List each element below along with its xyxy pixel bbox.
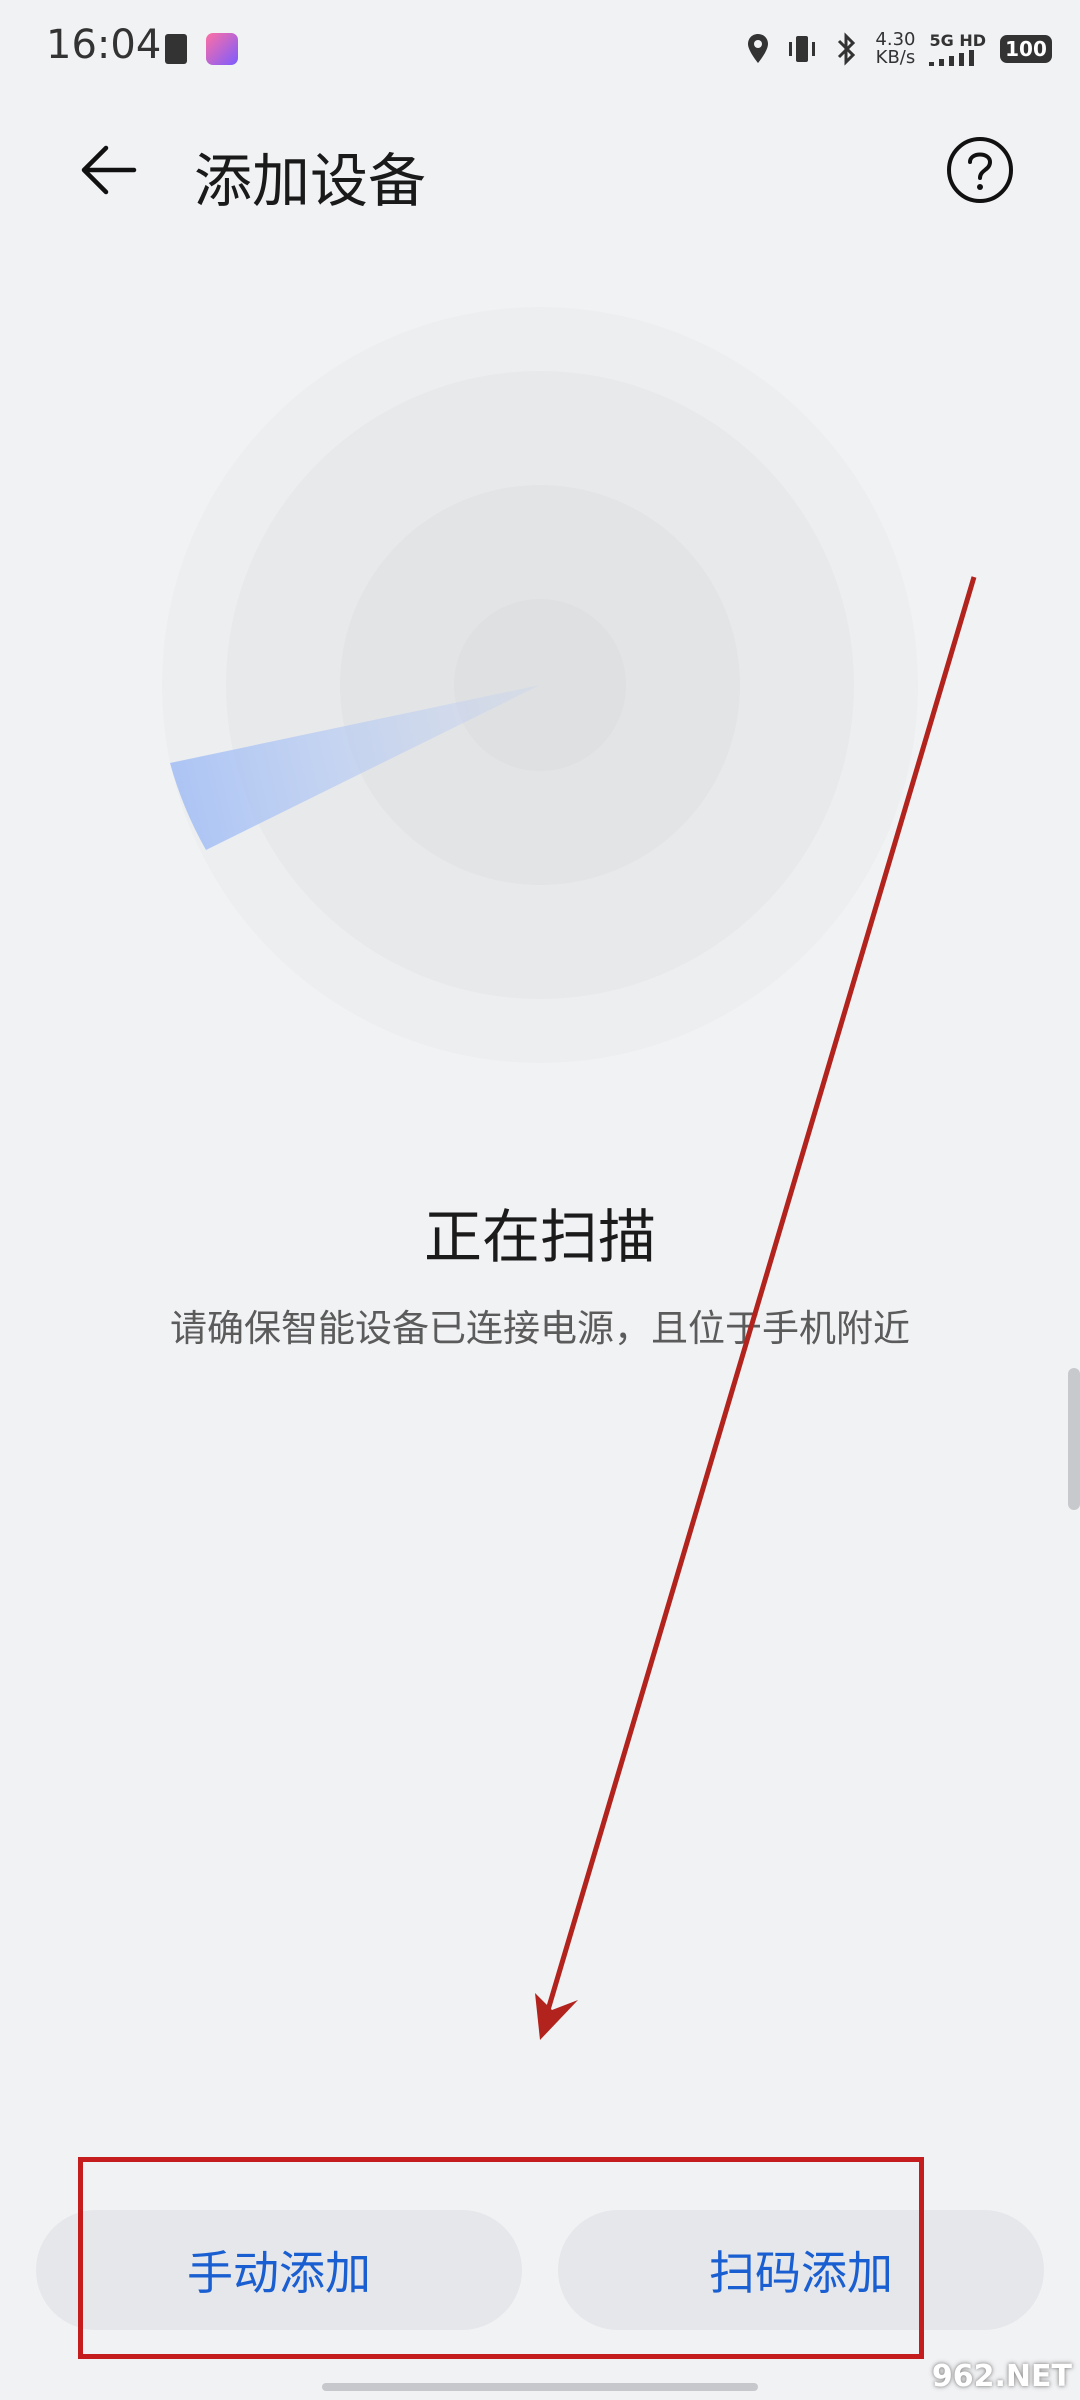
annotation-highlight-box: [78, 2157, 924, 2359]
watermark-logo: 962.NET: [931, 2359, 1072, 2394]
annotation-arrow: [535, 576, 977, 2040]
home-indicator[interactable]: [322, 2383, 758, 2391]
